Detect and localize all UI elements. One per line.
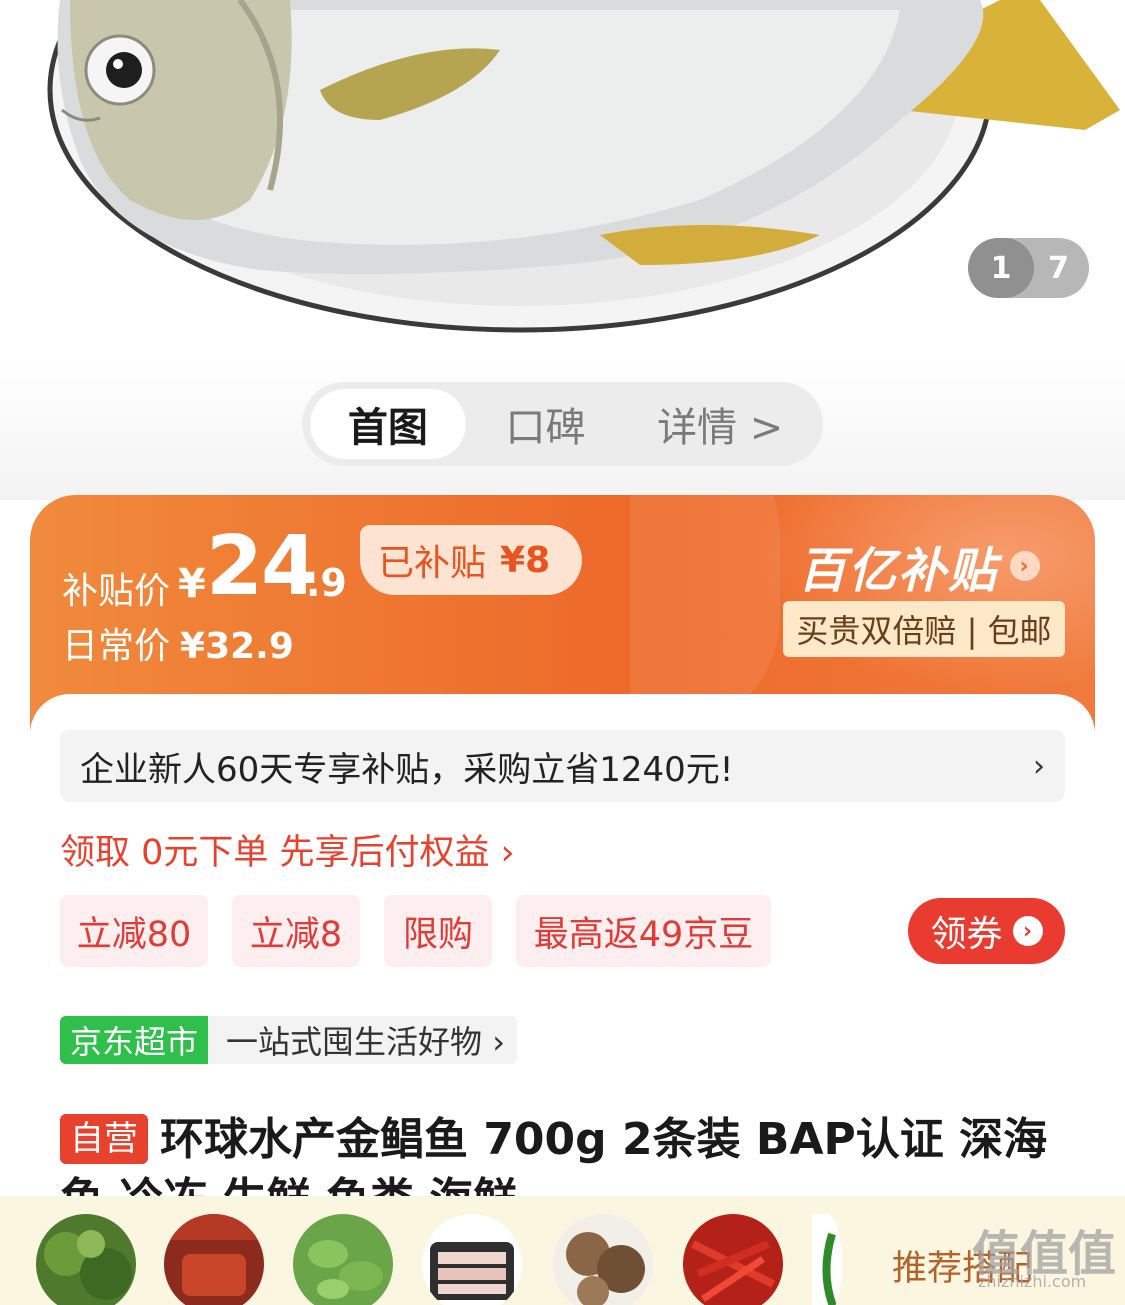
store-tag[interactable]: 京东超市 一站式囤生活好物 › — [60, 1016, 517, 1064]
subsidized-amount: ¥8 — [500, 539, 551, 581]
guarantee-badge: 买贵双倍赔 | 包邮 — [783, 601, 1065, 657]
mushroom-icon[interactable] — [553, 1214, 653, 1305]
recommend-strip[interactable]: 推荐搭配 值值值 zhizhizhi.com — [0, 1196, 1125, 1305]
self-operated-badge: 自营 — [60, 1114, 148, 1164]
billion-subsidy-logo[interactable]: 百亿补贴 › — [798, 531, 1041, 601]
pepper-icon[interactable] — [812, 1214, 842, 1305]
get-coupon-label: 领券 — [930, 914, 1003, 955]
basil-icon[interactable] — [293, 1214, 393, 1305]
promo-chip[interactable]: 限购 — [384, 895, 492, 967]
billion-subsidy-text: 百亿补贴 — [798, 543, 999, 599]
price-integer: 24 — [206, 519, 318, 614]
regular-price-label: 日常价 — [62, 626, 171, 667]
image-counter: 1 7 — [968, 238, 1089, 298]
get-coupon-button[interactable]: 领券 › — [908, 898, 1065, 964]
promo-chip[interactable]: 最高返49京豆 — [516, 895, 771, 967]
chevron-right-icon: › — [1010, 551, 1041, 581]
pork-slices-icon[interactable] — [422, 1214, 522, 1305]
subsidy-price-label: 补贴价 — [62, 571, 171, 612]
promo-chip[interactable]: 立减8 — [232, 895, 360, 967]
subsidized-badge: 已补贴 ¥8 — [360, 525, 582, 595]
product-image-gallery[interactable]: 1 7 — [0, 0, 1125, 360]
promo-chip[interactable]: 立减80 — [60, 895, 208, 967]
pay-later-link[interactable]: 领取 0元下单 先享后付权益 › — [60, 824, 515, 875]
greens-icon[interactable] — [36, 1214, 136, 1305]
store-slogan: 一站式囤生活好物 › — [226, 1023, 505, 1061]
tab-bar-area: 首图 口碑 详情 > — [0, 360, 1125, 500]
braised-meat-icon[interactable] — [164, 1214, 264, 1305]
chili-icon[interactable] — [683, 1214, 783, 1305]
enterprise-promo-banner[interactable]: 企业新人60天专享补贴，采购立省1240元! › — [60, 730, 1065, 802]
enterprise-promo-text: 企业新人60天专享补贴，采购立省1240元! — [80, 749, 734, 790]
subsidized-label: 已补贴 — [378, 543, 487, 584]
tab-bar: 首图 口碑 详情 > — [302, 382, 823, 466]
watermark-url: zhizhizhi.com — [978, 1272, 1087, 1291]
image-counter-current: 1 — [968, 238, 1034, 298]
currency-symbol: ¥ — [178, 561, 206, 607]
tab-reviews[interactable]: 口碑 — [466, 389, 626, 459]
tab-details[interactable]: 详情 > — [625, 389, 815, 459]
regular-price: 日常价 ¥32.9 — [62, 617, 294, 669]
tab-main-image[interactable]: 首图 — [310, 389, 466, 459]
jd-supermarket-badge: 京东超市 — [60, 1016, 209, 1064]
regular-price-value: ¥32.9 — [180, 626, 294, 667]
price-decimal: .9 — [306, 561, 347, 605]
chevron-right-icon: › — [1033, 748, 1045, 784]
fish-image — [47, 0, 1120, 333]
chevron-right-icon: › — [1012, 916, 1043, 946]
